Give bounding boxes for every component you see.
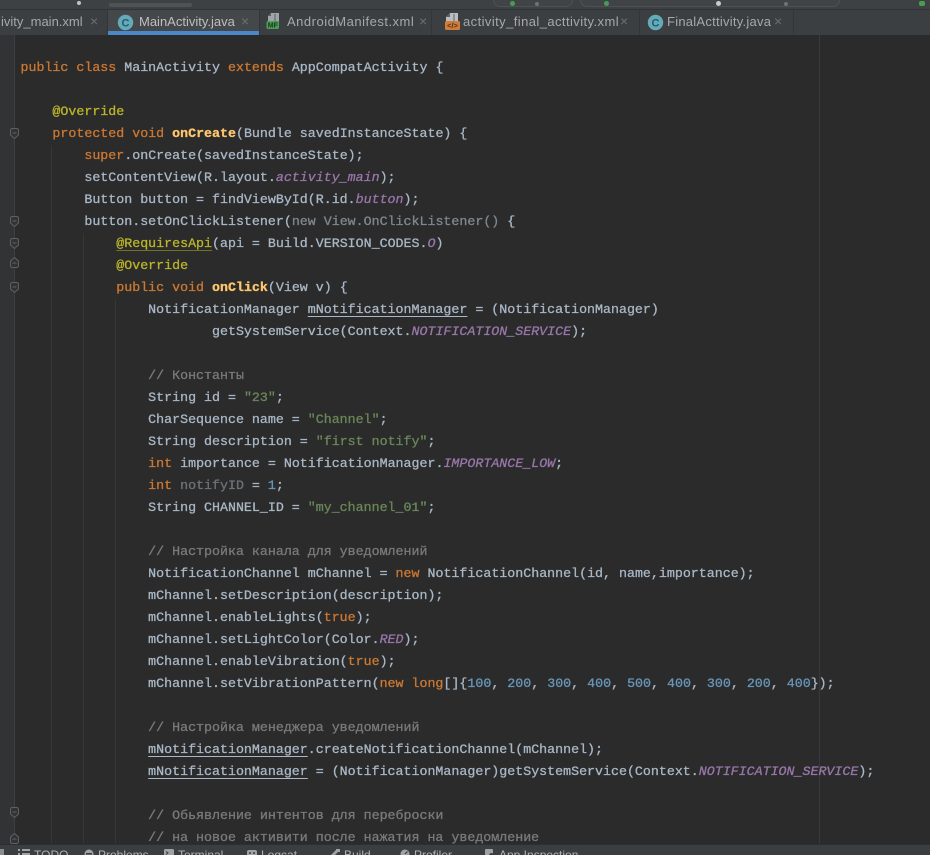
svg-text:</>: </>	[447, 21, 458, 30]
svg-text:C: C	[122, 18, 130, 30]
svg-text:MF: MF	[268, 23, 279, 30]
svg-text:C: C	[652, 18, 660, 30]
